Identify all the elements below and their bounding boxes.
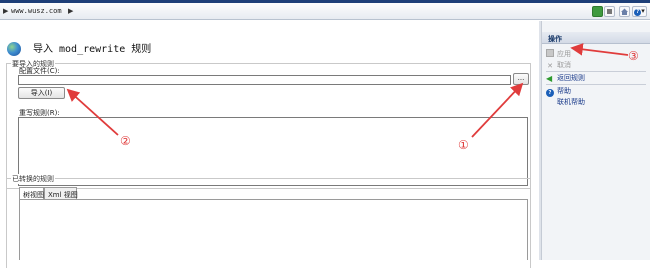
actions-divider bbox=[546, 84, 646, 85]
apply-icon bbox=[546, 49, 554, 57]
action-cancel[interactable]: ✕ 取消 bbox=[546, 60, 571, 70]
action-online-help-label: 联机帮助 bbox=[557, 98, 585, 106]
action-back-label: 返回规则 bbox=[557, 74, 585, 82]
action-apply[interactable]: 应用 bbox=[546, 49, 571, 59]
help-menu-button[interactable]: ? ▾ bbox=[632, 6, 647, 17]
action-help[interactable]: ? 帮助 bbox=[546, 86, 571, 97]
cancel-icon: ✕ bbox=[547, 62, 553, 70]
refresh-button[interactable] bbox=[592, 6, 603, 17]
breadcrumb-site[interactable]: www.wusz.com bbox=[11, 7, 62, 15]
tab-xml-view[interactable]: Xml 视图 bbox=[44, 187, 78, 199]
stop-icon bbox=[607, 9, 612, 14]
stop-button[interactable] bbox=[604, 6, 615, 17]
converted-rules-group-label: 已转换的规则 bbox=[11, 174, 55, 184]
home-icon bbox=[621, 8, 628, 15]
action-online-help[interactable]: 联机帮助 bbox=[557, 97, 585, 107]
browse-button[interactable]: ... bbox=[513, 73, 529, 85]
annotation-marker-3: ③ bbox=[628, 49, 639, 63]
action-back-to-rules[interactable]: ◀ 返回规则 bbox=[546, 73, 585, 83]
globe-icon bbox=[7, 42, 21, 56]
tab-tree-view[interactable]: 树视图 bbox=[19, 187, 44, 199]
back-arrow-icon: ◀ bbox=[546, 74, 553, 83]
help-icon: ? bbox=[546, 89, 554, 97]
home-button[interactable] bbox=[619, 6, 630, 17]
action-apply-label: 应用 bbox=[557, 50, 571, 58]
page-title: 导入 mod_rewrite 规则 bbox=[33, 44, 152, 55]
breadcrumb-separator-icon[interactable]: ▶ bbox=[68, 7, 73, 15]
annotation-marker-1: ① bbox=[458, 138, 469, 152]
actions-header: 操作 bbox=[542, 32, 650, 44]
action-help-label: 帮助 bbox=[557, 87, 571, 95]
converted-rules-tree[interactable] bbox=[19, 199, 528, 260]
breadcrumb-arrow-icon[interactable]: ▶ bbox=[3, 7, 8, 15]
rewrite-rules-textarea[interactable] bbox=[18, 117, 528, 186]
action-cancel-label: 取消 bbox=[557, 61, 571, 69]
actions-divider bbox=[546, 71, 646, 72]
annotation-marker-2: ② bbox=[120, 134, 131, 148]
import-button[interactable]: 导入(I) bbox=[18, 87, 65, 99]
config-file-input[interactable] bbox=[18, 75, 511, 85]
dropdown-chevron-icon: ▾ bbox=[641, 7, 645, 15]
address-bar: ▶ www.wusz.com ▶ ? ▾ bbox=[0, 3, 650, 20]
